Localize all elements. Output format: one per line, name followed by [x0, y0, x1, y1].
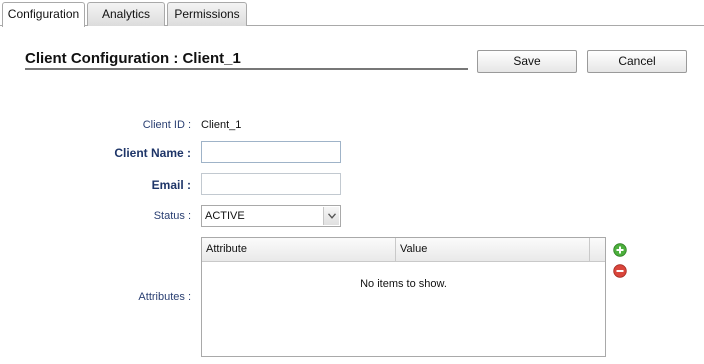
- tab-configuration[interactable]: Configuration: [2, 2, 85, 27]
- tab-permissions[interactable]: Permissions: [167, 2, 247, 26]
- client-name-label: Client Name :: [114, 146, 191, 160]
- tab-analytics[interactable]: Analytics: [87, 2, 165, 26]
- grid-header: Attribute Value: [202, 238, 605, 262]
- status-selected-value: ACTIVE: [205, 210, 245, 222]
- attributes-grid: Attribute Value No items to show.: [201, 237, 606, 357]
- dropdown-button[interactable]: [323, 207, 339, 225]
- client-id-label: Client ID :: [142, 119, 191, 131]
- save-button[interactable]: Save: [477, 50, 577, 73]
- page-title: Client Configuration : Client_1: [25, 50, 241, 67]
- remove-attribute-button[interactable]: [613, 264, 627, 278]
- minus-circle-icon: [613, 264, 627, 278]
- plus-circle-icon: [613, 243, 627, 257]
- attributes-label: Attributes :: [138, 291, 191, 303]
- client-id-value: Client_1: [201, 119, 242, 131]
- status-label: Status :: [153, 210, 191, 222]
- empty-grid-message: No items to show.: [360, 278, 447, 290]
- column-header-attribute[interactable]: Attribute: [202, 238, 396, 261]
- tab-bar: Configuration Analytics Permissions: [0, 0, 704, 27]
- client-name-input[interactable]: [201, 141, 341, 163]
- cancel-button[interactable]: Cancel: [587, 50, 687, 73]
- email-input[interactable]: [201, 173, 341, 195]
- column-header-value[interactable]: Value: [396, 238, 590, 261]
- add-attribute-button[interactable]: [613, 243, 627, 257]
- email-label: Email :: [151, 178, 191, 192]
- title-divider: [25, 68, 468, 70]
- status-select[interactable]: ACTIVE: [201, 205, 341, 227]
- chevron-down-icon: [328, 213, 336, 219]
- column-header-spacer: [590, 238, 605, 261]
